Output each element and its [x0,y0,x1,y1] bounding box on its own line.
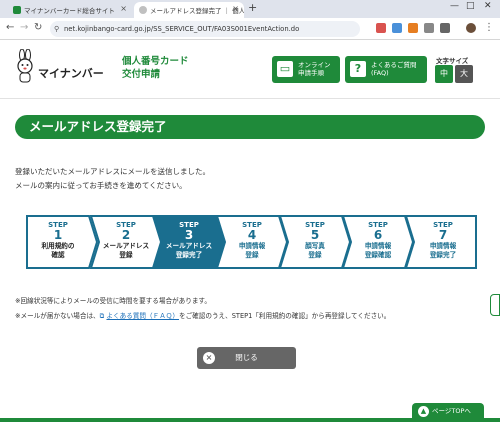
site-title: 個人番号カード 交付申請 [122,55,189,81]
new-tab-button[interactable]: + [248,1,257,14]
step-6: STEP 6 申請情報 登録確認 [342,215,414,269]
faq-link[interactable]: よくある質問（ＦＡＱ） [106,312,179,320]
step-number: 3 [184,228,194,242]
close-button-label: 閉じる [235,353,258,362]
font-size-medium-button[interactable]: 中 [435,65,453,83]
close-tab-icon[interactable]: × [120,4,127,13]
chevron-up-icon: ▲ [418,406,429,417]
note-no-email: ※メールが届かない場合は、⧉ よくある質問（ＦＡＱ）をご確認のうえ、STEP1「… [15,310,390,321]
faq-button-line1: よくあるご質問 [371,61,417,69]
extension-icon[interactable] [392,23,402,33]
site-title-line2: 交付申請 [122,69,161,80]
reload-icon[interactable]: ↻ [34,22,42,33]
extension-icon[interactable] [376,23,386,33]
mynumber-mascot-icon [17,49,33,83]
browser-tab-bar: マイナンバーカード総合サイト × メールアドレス登録完了 ｜ 個人番号 × + … [0,0,500,18]
maximize-button[interactable]: □ [466,1,475,11]
page-top-label: ページTOPへ [432,407,471,415]
site-favicon-icon [139,6,147,14]
online-button-line1: オンライン [298,61,331,69]
puzzle-icon[interactable] [440,23,450,33]
close-tab-icon[interactable]: × [232,4,239,13]
step-name: メールアドレス [165,242,213,250]
close-icon: × [203,352,215,364]
note-reception-delay: ※回線状況等によりメールの受信に時間を要する場合があります。 [15,297,211,305]
step-5: STEP 5 顔写真 登録 [279,215,351,269]
extension-icon[interactable] [408,23,418,33]
step-progress: STEP 1 利用規約の 確認 STEP 2 メールアドレス 登録 STEP 3… [26,215,478,269]
extension-icon[interactable] [424,23,434,33]
browser-address-bar: ← → ↻ ⚲ net.kojinbango-card.go.jp/SS_SER… [0,18,500,40]
step-number: 2 [121,228,131,242]
site-header: マイナンバー 個人番号カード 交付申請 ▭ オンライン 申請手順 ? よくあるご… [0,41,500,99]
minimize-button[interactable]: — [450,1,459,11]
tab-title: マイナンバーカード総合サイト [24,7,115,15]
step-2: STEP 2 メールアドレス 登録 [90,215,162,269]
browser-tab-mynumber-site[interactable]: マイナンバーカード総合サイト × [8,2,132,18]
message-line1: 登録いただいたメールアドレスにメールを送信しました。 [15,167,210,176]
step-number: 4 [247,228,257,242]
faq-button-line2: (FAQ) [371,69,389,77]
step-name: 登録完了 [429,251,457,259]
site-favicon-icon [13,6,21,14]
accessibility-widget-icon[interactable] [490,294,500,316]
step-name: 登録 [308,251,322,259]
logo-text: マイナンバー [38,67,104,80]
step-number: 7 [438,228,448,242]
online-button-line2: 申請手順 [298,69,324,77]
step-name: メールアドレス [102,242,150,250]
back-arrow-icon[interactable]: ← [6,22,14,33]
step-4: STEP 4 申請情報 登録 [216,215,288,269]
message-line2: メールの案内に従ってお手続きを進めてください。 [15,181,187,190]
step-name: 申請情報 [238,242,266,250]
note2-suffix: をご確認のうえ、STEP1「利用規約の確認」から再登録してください。 [179,312,391,320]
profile-avatar-icon[interactable] [466,23,476,33]
step-name: 申請情報 [364,242,392,250]
step-name: 利用規約の [41,242,75,250]
step-name: 顔写真 [305,242,325,250]
step-name: 登録 [245,251,259,259]
close-button[interactable]: × 閉じる [197,347,296,369]
step-name: 申請情報 [429,242,457,250]
forward-arrow-icon[interactable]: → [20,22,28,33]
note2-prefix: ※メールが届かない場合は、 [15,312,100,320]
step-number: 5 [310,228,320,242]
step-name: 確認 [51,251,65,259]
step-number: 6 [373,228,383,242]
page-title: メールアドレス登録完了 [15,115,485,139]
browser-tab-email-complete[interactable]: メールアドレス登録完了 ｜ 個人番号 × [134,2,244,18]
step-3-current: STEP 3 メールアドレス 登録完了 [153,215,225,269]
faq-button[interactable]: ? よくあるご質問 (FAQ) [345,56,427,83]
step-1: STEP 1 利用規約の 確認 [26,215,98,269]
site-info-icon[interactable]: ⚲ [54,21,59,37]
step-name: 登録完了 [175,251,203,259]
monitor-icon: ▭ [277,61,293,77]
step-7: STEP 7 申請情報 登録完了 [405,215,477,269]
font-size-large-button[interactable]: 大 [455,65,473,83]
footer-bar [0,418,500,422]
online-procedure-button[interactable]: ▭ オンライン 申請手順 [272,56,340,83]
step-name: 登録 [119,251,133,259]
close-window-button[interactable]: ✕ [484,1,492,11]
font-size-label: 文字サイズ [436,57,469,65]
site-title-line1: 個人番号カード [122,56,189,67]
step-name: 登録確認 [364,251,392,259]
tab-title: メールアドレス登録完了 ｜ 個人番号 [150,7,244,15]
url-text: net.kojinbango-card.go.jp/SS_SERVICE_OUT… [64,25,300,33]
kebab-menu-icon[interactable]: ⋮ [484,22,494,33]
question-icon: ? [350,61,366,77]
url-field[interactable]: ⚲ net.kojinbango-card.go.jp/SS_SERVICE_O… [50,21,360,37]
step-number: 1 [53,228,63,242]
